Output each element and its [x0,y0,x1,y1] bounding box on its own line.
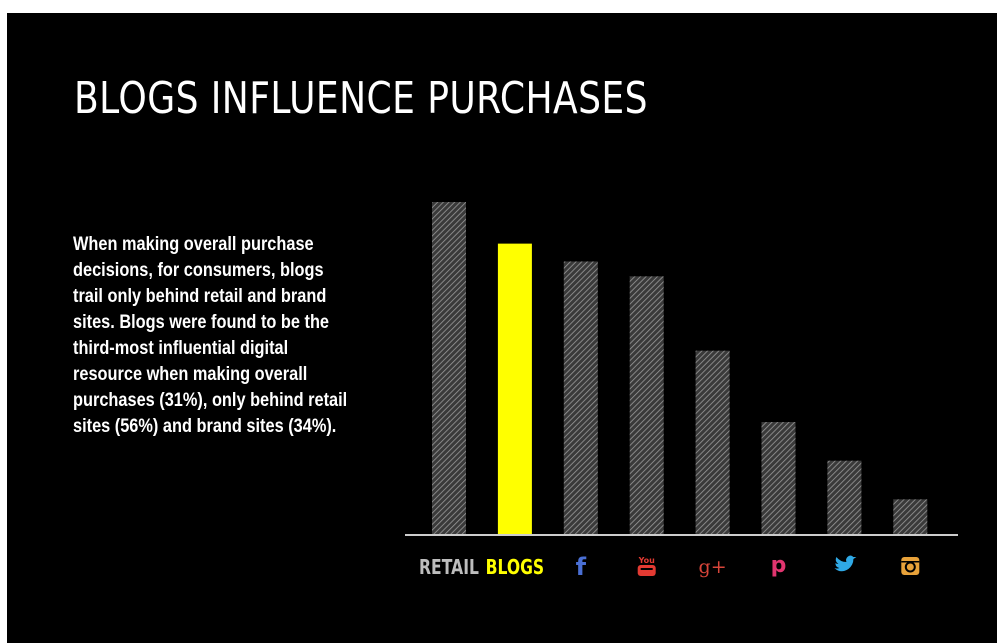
bar-youtube [629,276,664,535]
facebook-icon: f [576,553,587,581]
category-label-retail: RETAIL [419,556,479,579]
bar-instagram [893,499,928,535]
bar-twitter [827,460,862,535]
category-label-blogs: BLOGS [486,556,545,579]
bar-pinterest [761,422,796,535]
google-plus-icon: g+ [699,556,727,578]
pinterest-icon: p [771,553,787,578]
bar-retail [432,202,466,535]
bar-facebook [563,261,598,535]
svg-text:f: f [576,553,587,581]
youtube-icon: You [638,556,656,576]
bar-chart: RETAIL BLOGS f You g+ p [405,202,958,581]
svg-text:g+: g+ [699,556,727,578]
bar-google-plus [695,350,730,535]
svg-text:p: p [771,553,787,578]
instagram-icon [901,557,920,575]
twitter-icon [834,555,857,572]
svg-text:You: You [638,556,656,565]
bar-blogs [497,243,532,535]
